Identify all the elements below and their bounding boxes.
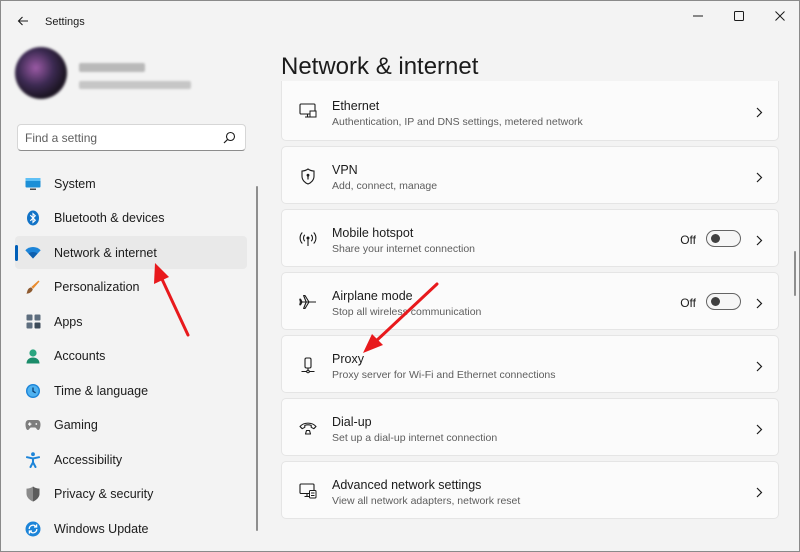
page-title: Network & internet: [281, 53, 479, 80]
sidebar-item-windows-update[interactable]: Windows Update: [15, 512, 247, 545]
sidebar-item-privacy[interactable]: Privacy & security: [15, 478, 247, 511]
sidebar-item-label: Gaming: [54, 418, 98, 432]
sidebar-item-label: Personalization: [54, 280, 140, 294]
settings-cards: Ethernet Authentication, IP and DNS sett…: [281, 81, 779, 541]
maximize-icon: [734, 11, 744, 21]
chevron-right-icon: [754, 106, 764, 118]
main-scrollbar[interactable]: [794, 251, 796, 296]
system-icon: [25, 176, 41, 192]
sidebar-item-label: Bluetooth & devices: [54, 211, 165, 225]
card-subtitle: Share your internet connection: [332, 243, 476, 255]
airplane-toggle[interactable]: [706, 293, 741, 310]
chevron-right-icon: [754, 234, 764, 246]
vpn-shield-icon: [298, 166, 318, 186]
settings-window: Settings System: [0, 0, 800, 552]
card-title: VPN: [332, 163, 358, 177]
apps-icon: [25, 314, 41, 330]
airplane-toggle-state: Off: [680, 296, 696, 310]
chevron-right-icon: [754, 171, 764, 183]
close-button[interactable]: [763, 3, 797, 29]
card-title: Proxy: [332, 352, 364, 366]
hotspot-toggle-state: Off: [680, 233, 696, 247]
card-ethernet[interactable]: Ethernet Authentication, IP and DNS sett…: [281, 81, 779, 141]
sidebar-item-apps[interactable]: Apps: [15, 305, 247, 338]
ethernet-icon: [298, 101, 318, 121]
sidebar-item-time-language[interactable]: Time & language: [15, 374, 247, 407]
update-icon: [25, 521, 41, 537]
card-proxy[interactable]: Proxy Proxy server for Wi-Fi and Etherne…: [281, 335, 779, 393]
card-subtitle: Proxy server for Wi-Fi and Ethernet conn…: [332, 369, 556, 381]
toggle-knob: [711, 234, 720, 243]
chevron-right-icon: [754, 486, 764, 498]
sidebar-nav: System Bluetooth & devices Network & int…: [15, 167, 247, 547]
card-subtitle: Add, connect, manage: [332, 180, 438, 192]
sidebar-item-label: Apps: [54, 314, 83, 329]
card-title: Advanced network settings: [332, 478, 482, 492]
person-icon: [25, 348, 41, 364]
card-title: Airplane mode: [332, 289, 413, 303]
back-arrow-icon: [17, 16, 28, 26]
card-advanced-network[interactable]: Advanced network settings View all netwo…: [281, 461, 779, 519]
app-title: Settings: [45, 16, 85, 28]
title-bar: Settings: [1, 1, 799, 43]
close-icon: [775, 11, 785, 21]
toggle-knob: [711, 297, 720, 306]
sidebar-item-accessibility[interactable]: Accessibility: [15, 443, 247, 476]
gamepad-icon: [25, 417, 41, 433]
user-name-blurred: [79, 63, 145, 72]
search-box[interactable]: [17, 124, 246, 151]
minimize-icon: [693, 15, 703, 17]
sidebar-item-label: Network & internet: [54, 245, 157, 260]
sidebar-item-bluetooth[interactable]: Bluetooth & devices: [15, 202, 247, 235]
sidebar-item-gaming[interactable]: Gaming: [15, 409, 247, 442]
avatar[interactable]: [15, 47, 67, 99]
hotspot-icon: [298, 229, 318, 249]
sidebar-item-network[interactable]: Network & internet: [15, 236, 247, 269]
card-subtitle: View all network adapters, network reset: [332, 495, 521, 507]
sidebar-item-label: Windows Update: [54, 521, 149, 536]
card-airplane-mode[interactable]: Airplane mode Stop all wireless communic…: [281, 272, 779, 330]
airplane-icon: [298, 292, 318, 312]
proxy-icon: [298, 355, 318, 375]
sidebar-item-label: Privacy & security: [54, 487, 154, 501]
sidebar-scrollbar[interactable]: [256, 186, 258, 531]
globe-clock-icon: [25, 383, 41, 399]
chevron-right-icon: [754, 360, 764, 372]
wifi-icon: [25, 245, 41, 261]
card-mobile-hotspot[interactable]: Mobile hotspot Share your internet conne…: [281, 209, 779, 267]
chevron-right-icon: [754, 423, 764, 435]
card-subtitle: Stop all wireless communication: [332, 306, 482, 318]
shield-icon: [25, 486, 41, 502]
back-button[interactable]: [11, 9, 35, 33]
sidebar-item-label: Accounts: [54, 349, 106, 363]
sidebar-item-label: Time & language: [54, 383, 149, 398]
sidebar-item-label: Accessibility: [54, 452, 123, 467]
maximize-button[interactable]: [722, 3, 756, 29]
chevron-right-icon: [754, 297, 764, 309]
card-dial-up[interactable]: Dial-up Set up a dial-up internet connec…: [281, 398, 779, 456]
brush-icon: [25, 279, 41, 295]
card-subtitle: Set up a dial-up internet connection: [332, 432, 498, 444]
search-input[interactable]: [25, 130, 215, 146]
accessibility-icon: [25, 451, 41, 468]
minimize-button[interactable]: [681, 3, 715, 29]
card-title: Ethernet: [332, 99, 380, 113]
sidebar-item-accounts[interactable]: Accounts: [15, 340, 247, 373]
card-subtitle: Authentication, IP and DNS settings, met…: [332, 116, 583, 128]
search-icon[interactable]: [223, 131, 236, 144]
card-title: Dial-up: [332, 415, 372, 429]
sidebar-item-system[interactable]: System: [15, 167, 247, 200]
bluetooth-icon: [25, 210, 41, 226]
sidebar-item-personalization[interactable]: Personalization: [15, 271, 247, 304]
advanced-network-icon: [298, 481, 318, 501]
hotspot-toggle[interactable]: [706, 230, 741, 247]
user-email-blurred: [79, 81, 191, 89]
dialup-icon: [298, 418, 318, 438]
card-title: Mobile hotspot: [332, 226, 414, 240]
sidebar-item-label: System: [54, 176, 96, 191]
card-vpn[interactable]: VPN Add, connect, manage: [281, 146, 779, 204]
